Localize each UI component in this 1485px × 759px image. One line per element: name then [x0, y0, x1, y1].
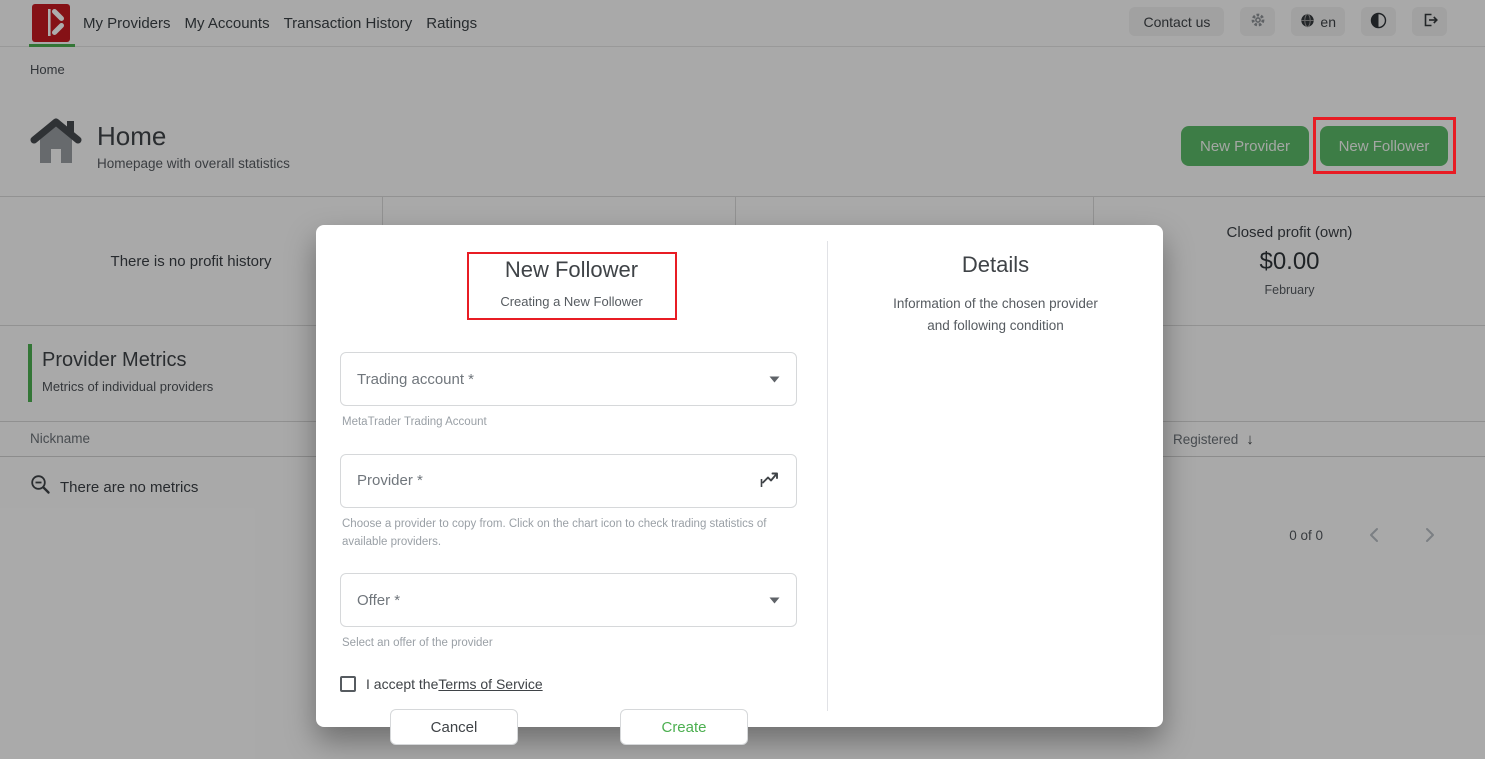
- terms-checkbox[interactable]: [340, 676, 356, 692]
- trading-account-helper: MetaTrader Trading Account: [340, 414, 785, 432]
- dialog-details-column: Details Information of the chosen provid…: [828, 225, 1163, 338]
- provider-chart-icon[interactable]: [759, 468, 780, 494]
- dialog-title: New Follower: [469, 257, 675, 283]
- terms-row: I accept the Terms of Service: [340, 676, 797, 692]
- dialog-subtitle: Creating a New Follower: [469, 294, 675, 309]
- cancel-button[interactable]: Cancel: [390, 709, 518, 745]
- app-screen: My Providers My Accounts Transaction His…: [0, 0, 1485, 759]
- details-title: Details: [828, 252, 1163, 278]
- details-subtitle: Information of the chosen provider and f…: [882, 293, 1110, 338]
- terms-text: I accept the: [366, 676, 438, 692]
- annotation-highlight-title: New Follower Creating a New Follower: [467, 252, 677, 320]
- dialog-form: Trading account * MetaTrader Trading Acc…: [340, 352, 797, 745]
- chevron-down-icon: [769, 370, 780, 388]
- new-follower-dialog: New Follower Creating a New Follower Tra…: [316, 225, 1163, 727]
- provider-label: Provider *: [357, 472, 423, 489]
- trading-account-select[interactable]: Trading account *: [340, 352, 797, 406]
- dialog-form-column: New Follower Creating a New Follower Tra…: [316, 225, 827, 727]
- offer-select[interactable]: Offer *: [340, 573, 797, 627]
- provider-helper: Choose a provider to copy from. Click on…: [340, 516, 785, 552]
- dialog-actions: Cancel Create: [340, 709, 797, 745]
- trading-account-label: Trading account *: [357, 371, 474, 388]
- create-button[interactable]: Create: [620, 709, 748, 745]
- provider-select[interactable]: Provider *: [340, 454, 797, 508]
- terms-of-service-link[interactable]: Terms of Service: [438, 676, 542, 692]
- offer-label: Offer *: [357, 592, 400, 609]
- chevron-down-icon: [769, 591, 780, 609]
- offer-helper: Select an offer of the provider: [340, 635, 785, 653]
